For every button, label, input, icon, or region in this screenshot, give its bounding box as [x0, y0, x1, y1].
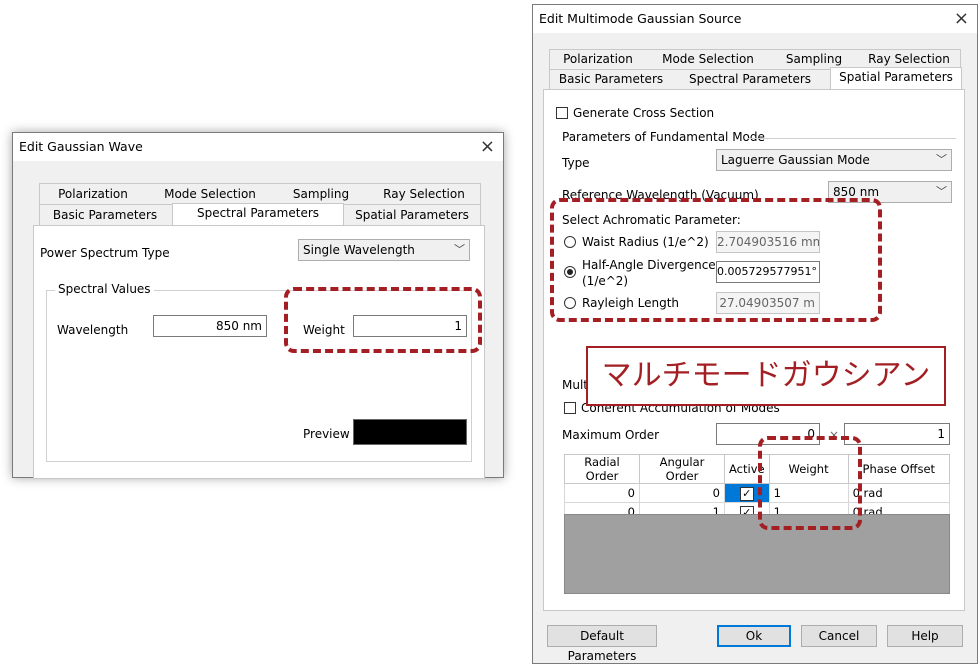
dialog-title: Edit Multimode Gaussian Source [539, 11, 742, 26]
type-dropdown[interactable]: Laguerre Gaussian Mode ﹀ [716, 149, 952, 171]
power-spectrum-dropdown[interactable]: Single Wavelength ﹀ [298, 239, 470, 261]
table-row[interactable]: 0 0 ✓ 1 0 rad [564, 483, 951, 503]
tab-spatial-parameters[interactable]: Spatial Parameters [830, 67, 962, 91]
tab-sampling[interactable]: Sampling [274, 185, 368, 204]
default-parameters-button[interactable]: Default Parameters [547, 625, 657, 663]
tab-polarization[interactable]: Polarization [550, 50, 646, 69]
header-angular-order: Angular Order [639, 454, 725, 484]
tab-basic-parameters[interactable]: Basic Parameters [550, 70, 672, 89]
reference-wavelength-value: 850 nm [833, 185, 880, 199]
weight-column-highlight-box [758, 436, 862, 530]
tab-ray-selection[interactable]: Ray Selection [368, 185, 480, 204]
cell-phase-offset[interactable]: 0 rad [847, 483, 951, 503]
tab-spectral-parameters[interactable]: Spectral Parameters [672, 70, 828, 89]
generate-cross-section-label: Generate Cross Section [573, 106, 715, 120]
power-spectrum-label: Power Spectrum Type [40, 246, 170, 260]
preview-label: Preview [303, 427, 350, 441]
chevron-down-icon: ﹀ [454, 243, 465, 256]
table-header-row: Radial Order Angular Order Active Weight… [564, 454, 951, 484]
tab-spatial-parameters[interactable]: Spatial Parameters [344, 206, 480, 225]
chevron-down-icon: ﹀ [936, 185, 947, 198]
coherent-accumulation-checkbox[interactable] [564, 402, 576, 414]
preview-swatch [353, 419, 467, 445]
power-spectrum-value: Single Wavelength [303, 243, 415, 257]
annotation-text: マルチモードガウシアン [601, 358, 931, 393]
wavelength-input[interactable]: 850 nm [153, 315, 267, 337]
type-label: Type [562, 156, 590, 170]
close-icon[interactable]: × [480, 135, 495, 159]
title-bar: Edit Gaussian Wave × [13, 133, 503, 161]
achromatic-highlight-box [550, 198, 882, 322]
tab-row-2: Basic Parameters Spectral Parameters Spa… [39, 203, 481, 228]
tab-mode-selection[interactable]: Mode Selection [646, 50, 770, 69]
tab-row-1: Polarization Mode Selection Sampling Ray… [39, 183, 481, 205]
header-phase-offset: Phase Offset [847, 454, 951, 484]
maximum-order-label: Maximum Order [562, 428, 660, 442]
weight-highlight-box [284, 287, 482, 353]
wavelength-label: Wavelength [57, 323, 129, 337]
cancel-button[interactable]: Cancel [801, 625, 877, 647]
cell-angular-order[interactable]: 0 [639, 483, 725, 503]
chevron-down-icon: ﹀ [936, 153, 947, 166]
check-icon[interactable]: ✓ [739, 486, 754, 501]
header-radial-order: Radial Order [564, 454, 640, 484]
mode-table: Radial Order Angular Order Active Weight… [564, 454, 951, 522]
tab-mode-selection[interactable]: Mode Selection [146, 185, 274, 204]
tab-row-2: Basic Parameters Spectral Parameters Spa… [549, 67, 962, 91]
fundamental-mode-group-label: Parameters of Fundamental Mode [562, 130, 765, 144]
close-icon[interactable]: × [954, 7, 969, 31]
tab-polarization[interactable]: Polarization [40, 185, 146, 204]
cell-radial-order[interactable]: 0 [564, 483, 640, 503]
edit-multimode-gaussian-source-dialog: Edit Multimode Gaussian Source × Polariz… [532, 4, 978, 664]
tab-basic-parameters[interactable]: Basic Parameters [40, 206, 170, 225]
multimode-gaussian-annotation: マルチモードガウシアン [586, 346, 946, 406]
fundamental-divider [748, 138, 956, 139]
type-value: Laguerre Gaussian Mode [721, 153, 870, 167]
help-button[interactable]: Help [887, 625, 963, 647]
dialog-title: Edit Gaussian Wave [19, 139, 143, 154]
table-empty-area [564, 514, 950, 594]
spectral-values-label: Spectral Values [55, 282, 154, 296]
generate-cross-section-checkbox[interactable] [556, 107, 568, 119]
ok-button[interactable]: Ok [717, 625, 791, 647]
title-bar: Edit Multimode Gaussian Source × [533, 5, 977, 33]
